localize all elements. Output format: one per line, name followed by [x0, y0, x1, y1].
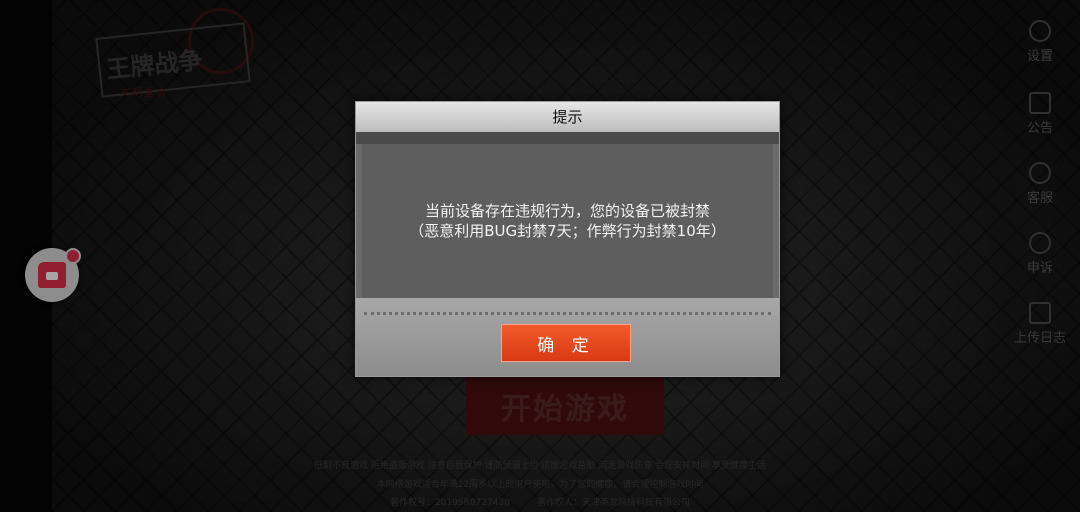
ban-notice-dialog: 提示 当前设备存在违规行为，您的设备已被封禁 （恶意利用BUG封禁7天；作弊行为… [355, 101, 780, 377]
dialog-message: 当前设备存在违规行为，您的设备已被封禁 （恶意利用BUG封禁7天；作弊行为封禁1… [362, 144, 773, 298]
dialog-title: 提示 [356, 102, 779, 132]
dotted-divider [364, 312, 771, 315]
confirm-button[interactable]: 确 定 [501, 324, 631, 362]
dialog-footer: 确 定 [356, 298, 779, 376]
dialog-divider [356, 132, 779, 144]
dialog-message-line2: （恶意利用BUG封禁7天；作弊行为封禁10年） [409, 222, 726, 240]
dialog-message-line1: 当前设备存在违规行为，您的设备已被封禁 [424, 202, 710, 220]
